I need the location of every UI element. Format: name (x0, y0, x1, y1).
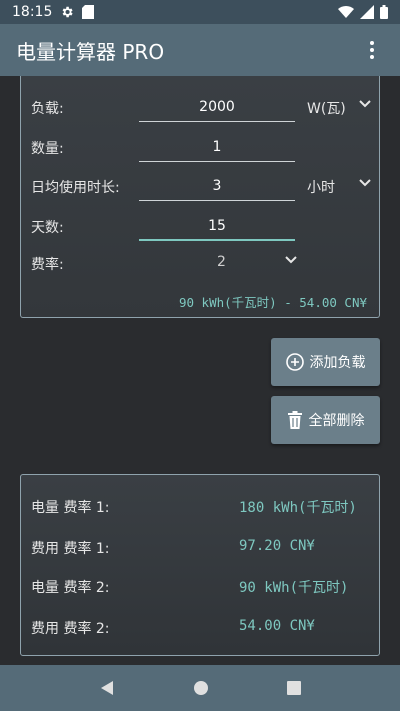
home-icon[interactable] (193, 680, 209, 696)
result-value: 54.00 CN¥ (239, 618, 315, 634)
wifi-icon (338, 5, 354, 19)
quantity-label: 数量: (31, 141, 64, 157)
settings-gear-icon (62, 6, 73, 18)
result-row: 电量 费率 1: 180 kWh(千瓦时) (21, 487, 381, 527)
app-title: 电量计算器 PRO (16, 39, 165, 64)
result-label: 费用 费率 1: (31, 541, 110, 557)
result-row: 电量 费率 2: 90 kWh(千瓦时) (21, 567, 381, 607)
result-value: 180 kWh(千瓦时) (239, 500, 357, 516)
result-label: 电量 费率 1: (31, 500, 110, 516)
chevron-down-icon[interactable] (285, 256, 297, 264)
rate-label: 费率: (31, 257, 64, 273)
add-circle-icon (285, 353, 304, 371)
rate-select[interactable]: 2 (217, 254, 226, 270)
delete-all-button[interactable]: 全部删除 (271, 396, 380, 444)
app-bar: 电量计算器 PRO (0, 24, 400, 76)
sd-card-icon (82, 5, 95, 19)
rate-row: 费率: 2 (21, 244, 381, 280)
chevron-down-icon[interactable] (359, 179, 371, 187)
daily-hours-label: 日均使用时长: (31, 180, 120, 196)
quantity-row: 数量: 1 (21, 128, 381, 164)
chevron-down-icon[interactable] (359, 100, 371, 108)
more-vert-icon (370, 41, 374, 59)
load-unit-select[interactable]: W(瓦) (307, 98, 346, 118)
time-unit-select[interactable]: 小时 (307, 177, 335, 197)
load-label: 负载: (31, 101, 64, 117)
load-summary: 90 kWh(千瓦时) - 54.00 CN¥ (178, 295, 367, 310)
load-input[interactable]: 2000 (139, 96, 295, 122)
recents-icon[interactable] (287, 681, 301, 695)
status-bar: 18:15 (0, 0, 400, 24)
add-load-label: 添加负载 (309, 355, 366, 371)
signal-icon (360, 5, 374, 19)
result-value: 90 kWh(千瓦时) (239, 580, 349, 596)
delete-all-label: 全部删除 (308, 413, 365, 429)
days-label: 天数: (31, 220, 64, 236)
result-value: 97.20 CN¥ (239, 538, 315, 554)
days-row: 天数: 15 (21, 207, 381, 243)
result-row: 费用 费率 1: 97.20 CN¥ (21, 528, 381, 568)
daily-hours-row: 日均使用时长: 3 小时 (21, 167, 381, 203)
overflow-menu-button[interactable] (360, 38, 384, 62)
load-row: 负载: 2000 W(瓦) (21, 88, 381, 124)
trash-icon (287, 411, 302, 429)
results-card: 电量 费率 1: 180 kWh(千瓦时) 费用 费率 1: 97.20 CN¥… (20, 474, 380, 656)
quantity-input[interactable]: 1 (139, 136, 295, 162)
load-input-card: 负载: 2000 W(瓦) 数量: 1 日均使用时长: 3 小时 天数: 15 … (20, 76, 380, 318)
status-time: 18:15 (12, 4, 53, 20)
result-row: 费用 费率 2: 54.00 CN¥ (21, 608, 381, 648)
system-nav-bar (0, 665, 400, 711)
back-icon[interactable] (99, 680, 115, 696)
add-load-button[interactable]: 添加负载 (271, 338, 380, 386)
result-label: 费用 费率 2: (31, 621, 110, 637)
battery-icon (380, 5, 388, 19)
days-input[interactable]: 15 (139, 215, 295, 241)
result-label: 电量 费率 2: (31, 580, 110, 596)
daily-hours-input[interactable]: 3 (139, 175, 295, 201)
